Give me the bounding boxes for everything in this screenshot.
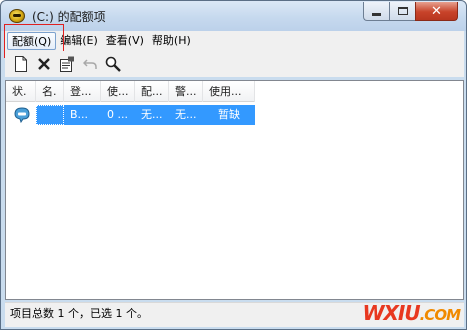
new-document-icon [15,56,27,72]
close-button[interactable]: ✕ [415,2,458,21]
minimize-button[interactable] [363,2,389,21]
maximize-icon [397,7,408,15]
column-amount-used[interactable]: 使... [101,81,135,102]
delete-icon [38,58,50,70]
minimize-icon [372,12,381,16]
caption-buttons: ✕ [363,2,458,21]
undo-button[interactable] [80,54,100,74]
list-header: 状. 名. 登... 使... 配... 警... 使用... [6,81,255,102]
undo-icon [83,59,97,69]
column-logon-name[interactable]: 登... [64,81,101,102]
watermark-main: WXIU [362,301,420,325]
menu-view[interactable]: 查看(V) [102,32,148,50]
find-button[interactable] [103,54,123,74]
quota-window: (C:) 的配额项 ✕ 配额(Q) 编辑(E) 查看(V) 帮助(H) 状. 名… [0,0,467,330]
window-title: (C:) 的配额项 [32,10,106,24]
title-bar[interactable]: (C:) 的配额项 ✕ [1,1,466,31]
column-status[interactable]: 状. [6,81,36,102]
delete-button[interactable] [34,54,54,74]
find-icon [105,56,121,72]
column-quota-limit[interactable]: 配... [135,81,169,102]
status-text: 项目总数 1 个，已选 1 个。 [10,307,148,320]
cell-amount-used: 0 ... [107,107,128,121]
quota-status-icon [14,106,30,123]
site-watermark: WXIU .COM [362,301,461,327]
properties-icon [60,56,74,72]
column-warning-level[interactable]: 警... [169,81,203,102]
row-status-cell [6,104,36,125]
menu-bar: 配额(Q) 编辑(E) 查看(V) 帮助(H) [5,31,464,51]
cell-name [36,104,64,125]
drive-quota-icon [9,9,25,23]
cell-percent-used: 暂缺 [218,107,240,121]
close-icon: ✕ [431,3,442,19]
properties-button[interactable] [57,54,77,74]
menu-help[interactable]: 帮助(H) [148,32,195,50]
cell-logon-name: B... [70,107,89,121]
maximize-button[interactable] [389,2,415,21]
cell-quota-limit: 无... [141,107,163,121]
column-name[interactable]: 名. [36,81,64,102]
quota-list[interactable]: 状. 名. 登... 使... 配... 警... 使用... B... 0 .… [5,80,464,300]
watermark-tld: .COM [419,306,461,324]
row-selection: B... 0 ... 无... 无... 暂缺 [36,104,255,125]
toolbar [5,51,464,77]
table-row[interactable]: B... 0 ... 无... 无... 暂缺 [6,104,255,125]
new-quota-button[interactable] [11,54,31,74]
cell-warning-level: 无... [175,107,197,121]
column-percent-used[interactable]: 使用... [203,81,255,102]
